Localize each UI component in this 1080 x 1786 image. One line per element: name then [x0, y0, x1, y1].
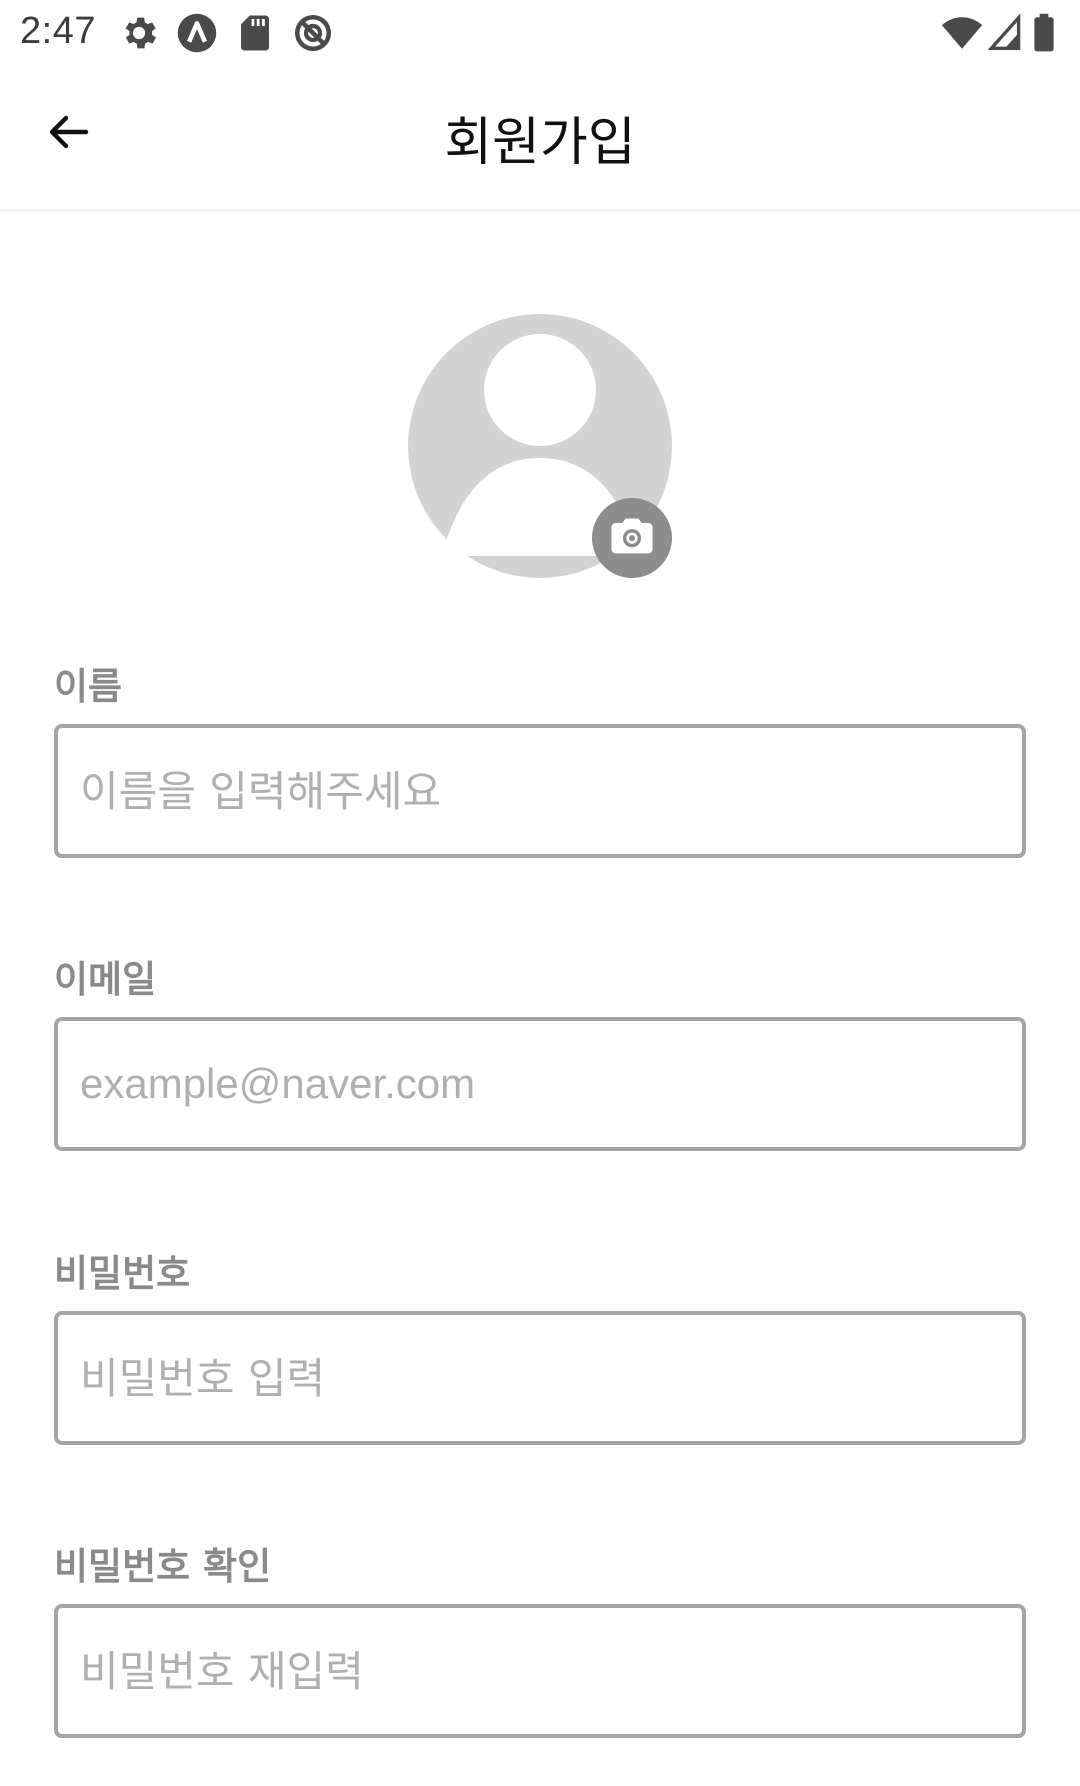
email-input[interactable] [54, 1017, 1026, 1151]
wifi-icon [940, 12, 984, 54]
name-label: 이름 [54, 665, 123, 708]
signal-icon [987, 12, 1022, 54]
settings-icon [118, 12, 160, 54]
app-bar: 회원가입 [0, 64, 1080, 212]
name-input[interactable] [54, 724, 1026, 858]
password-label: 비밀번호 [54, 1252, 191, 1295]
sd-card-icon [234, 12, 276, 54]
status-time: 2:47 [20, 10, 96, 52]
password-confirm-input[interactable] [54, 1604, 1026, 1738]
email-label: 이메일 [54, 958, 157, 1001]
status-bar: 2:47 [0, 0, 1080, 64]
camera-icon [606, 510, 658, 566]
password-confirm-label: 비밀번호 확인 [54, 1545, 272, 1588]
page-title: 회원가입 [444, 113, 636, 173]
camera-button[interactable] [592, 498, 672, 578]
battery-icon [1030, 12, 1058, 54]
profile-image-picker[interactable] [408, 314, 672, 578]
no-sync-icon [292, 12, 334, 54]
password-input[interactable] [54, 1311, 1026, 1445]
a-app-icon [176, 12, 218, 54]
